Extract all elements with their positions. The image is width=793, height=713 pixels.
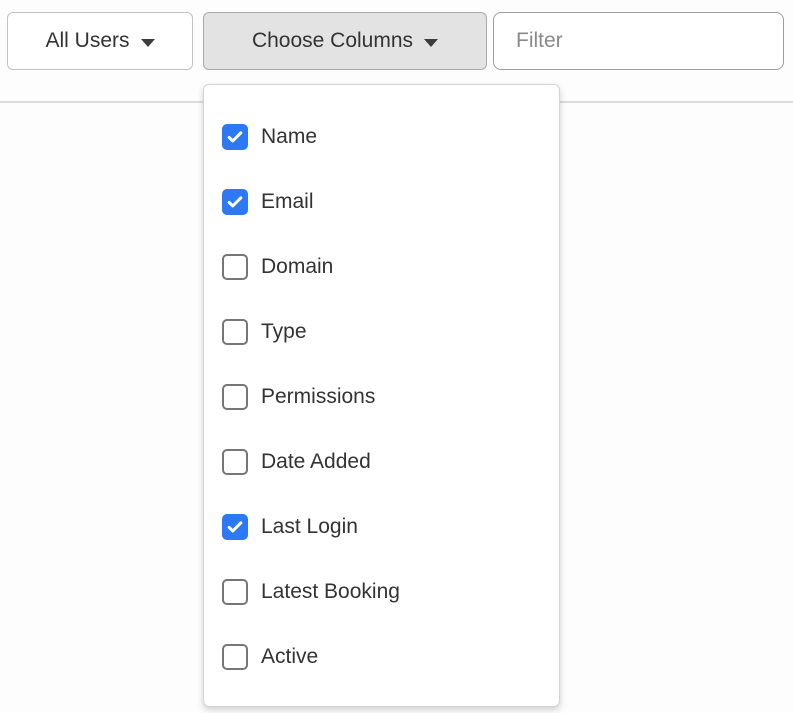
- column-toggle-item[interactable]: Email: [204, 169, 559, 234]
- all-users-dropdown-button[interactable]: All Users: [7, 12, 193, 70]
- column-item-label: Domain: [261, 254, 334, 278]
- column-toggle-item[interactable]: Active: [204, 624, 559, 689]
- column-toggle-item[interactable]: Permissions: [204, 364, 559, 429]
- column-checkbox[interactable]: [222, 383, 248, 410]
- choose-columns-label: Choose Columns: [251, 29, 414, 52]
- columns-dropdown-panel: Name Email Domain Type Permissions Date …: [203, 84, 560, 707]
- column-toggle-item[interactable]: Date Added: [204, 429, 559, 494]
- chevron-down-icon: [140, 38, 155, 47]
- column-item-label: Active: [261, 644, 319, 668]
- column-checkbox[interactable]: [222, 188, 248, 215]
- check-icon: [227, 520, 243, 532]
- column-item-label: Email: [261, 189, 314, 213]
- check-icon: [227, 195, 243, 207]
- columns-dropdown-list: Name Email Domain Type Permissions Date …: [204, 104, 559, 689]
- filter-input[interactable]: [493, 12, 784, 70]
- column-item-label: Type: [261, 319, 307, 343]
- page: All Users Choose Columns Name Email: [0, 0, 793, 713]
- column-checkbox[interactable]: [222, 448, 248, 475]
- chevron-down-icon: [424, 38, 439, 47]
- column-toggle-item[interactable]: Last Login: [204, 494, 559, 559]
- choose-columns-dropdown-button[interactable]: Choose Columns: [203, 12, 487, 70]
- column-item-label: Permissions: [261, 384, 376, 408]
- column-toggle-item[interactable]: Type: [204, 299, 559, 364]
- column-item-label: Last Login: [261, 514, 358, 538]
- column-checkbox[interactable]: [222, 123, 248, 150]
- column-toggle-item[interactable]: Domain: [204, 234, 559, 299]
- all-users-label: All Users: [45, 29, 130, 52]
- column-checkbox[interactable]: [222, 253, 248, 280]
- column-item-label: Latest Booking: [261, 579, 400, 603]
- check-icon: [227, 130, 243, 142]
- column-checkbox[interactable]: [222, 318, 248, 345]
- column-item-label: Date Added: [261, 449, 371, 473]
- column-checkbox[interactable]: [222, 643, 248, 670]
- column-checkbox[interactable]: [222, 578, 248, 605]
- column-toggle-item[interactable]: Name: [204, 104, 559, 169]
- column-item-label: Name: [261, 124, 318, 148]
- column-toggle-item[interactable]: Latest Booking: [204, 559, 559, 624]
- column-checkbox[interactable]: [222, 513, 248, 540]
